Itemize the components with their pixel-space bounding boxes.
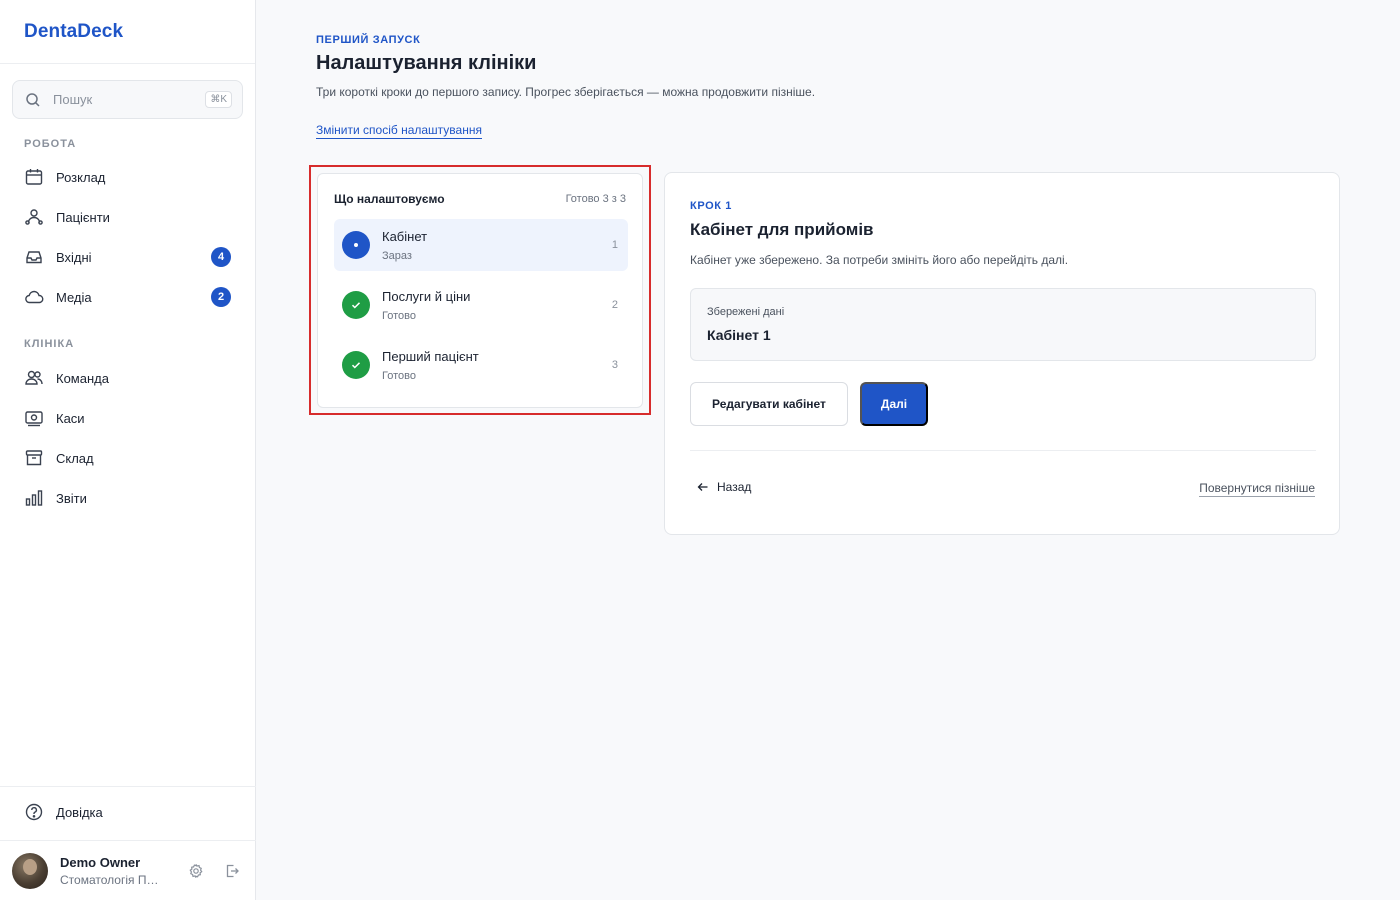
sidebar-item-patients[interactable]: Пацієнти bbox=[12, 199, 243, 235]
section-label-clinic: КЛІНІКА bbox=[24, 338, 75, 350]
next-button[interactable]: Далі bbox=[860, 382, 928, 426]
change-setup-link[interactable]: Змінити спосіб налаштування bbox=[316, 123, 482, 139]
step-current-icon bbox=[342, 231, 370, 259]
step-name: Перший пацієнт bbox=[382, 348, 479, 364]
sidebar-item-reports[interactable]: Звіти bbox=[12, 480, 243, 516]
cash-register-icon bbox=[24, 408, 44, 428]
sidebar-item-label: Розклад bbox=[56, 169, 106, 185]
saved-data-value: Кабінет 1 bbox=[707, 327, 771, 343]
search-icon bbox=[25, 92, 41, 108]
brand-logo[interactable]: DentaDeck bbox=[0, 0, 255, 64]
step-number: 3 bbox=[611, 359, 618, 371]
back-link-label: Назад bbox=[717, 480, 752, 494]
step-status: Готово bbox=[382, 309, 416, 322]
page-subtitle: Три короткі кроки до першого запису. Про… bbox=[316, 85, 816, 99]
logout-icon bbox=[226, 864, 239, 877]
step-title: Кабінет для прийомів bbox=[690, 220, 874, 239]
saved-data-box: Збережені дані Кабінет 1 bbox=[690, 288, 1316, 361]
card-divider bbox=[690, 450, 1316, 451]
sidebar-item-inbox[interactable]: Вхідні 4 bbox=[12, 239, 243, 275]
page-title: Налаштування клініки bbox=[316, 52, 537, 74]
sidebar-item-label: Довідка bbox=[56, 804, 103, 820]
sidebar-item-warehouse[interactable]: Склад bbox=[12, 440, 243, 476]
inbox-count-badge: 4 bbox=[211, 247, 231, 267]
gear-icon bbox=[189, 863, 203, 878]
steps-progress-count: Готово 3 з 3 bbox=[565, 193, 626, 205]
step-card: КРОК 1 Кабінет для прийомів Кабінет уже … bbox=[664, 172, 1340, 535]
step-name: Послуги й ціни bbox=[382, 288, 471, 304]
page-eyebrow: ПЕРШИЙ ЗАПУСК bbox=[316, 34, 421, 46]
sidebar-item-help[interactable]: Довідка bbox=[12, 794, 243, 830]
step-name: Кабінет bbox=[382, 228, 428, 244]
search-placeholder: Пошук bbox=[53, 92, 93, 107]
step-item-services[interactable]: Послуги й ціни Готово 2 bbox=[334, 279, 628, 331]
cloud-icon bbox=[24, 287, 44, 307]
check-icon bbox=[342, 291, 370, 319]
inbox-icon bbox=[24, 247, 44, 267]
team-icon bbox=[24, 368, 44, 388]
sidebar-item-label: Команда bbox=[56, 370, 109, 386]
arrow-left-icon bbox=[697, 481, 709, 493]
step-status: Готово bbox=[382, 369, 416, 382]
avatar[interactable] bbox=[12, 852, 48, 889]
media-count-badge: 2 bbox=[211, 287, 231, 307]
reports-icon bbox=[24, 488, 44, 508]
steps-panel: Що налаштовуємо Готово 3 з 3 Кабінет Зар… bbox=[317, 173, 643, 408]
search-shortcut: ⌘K bbox=[205, 91, 232, 108]
section-label-work: РОБОТА bbox=[24, 138, 77, 150]
steps-title: Що налаштовуємо bbox=[334, 192, 445, 206]
sidebar-item-label: Пацієнти bbox=[56, 209, 110, 225]
calendar-icon bbox=[24, 167, 44, 187]
step-number: 1 bbox=[611, 239, 618, 251]
settings-button[interactable] bbox=[184, 859, 208, 883]
check-icon bbox=[342, 351, 370, 379]
patients-icon bbox=[24, 207, 44, 227]
user-organization: Стоматологія Перша bbox=[60, 872, 164, 887]
sidebar: DentaDeck Пошук ⌘K РОБОТА Розклад Пацієн… bbox=[0, 0, 256, 900]
warehouse-icon bbox=[24, 448, 44, 468]
sidebar-item-schedule[interactable]: Розклад bbox=[12, 159, 243, 195]
user-name: Demo Owner bbox=[60, 854, 141, 870]
step-item-first-patient[interactable]: Перший пацієнт Готово 3 bbox=[334, 339, 628, 391]
step-description: Кабінет уже збережено. За потреби змініт… bbox=[690, 253, 1069, 267]
help-icon bbox=[24, 802, 44, 822]
sidebar-item-cash[interactable]: Каси bbox=[12, 400, 243, 436]
sidebar-item-label: Звіти bbox=[56, 490, 87, 506]
sidebar-item-media[interactable]: Медіа 2 bbox=[12, 279, 243, 315]
search-input[interactable]: Пошук ⌘K bbox=[12, 80, 243, 119]
step-status: Зараз bbox=[382, 249, 412, 262]
logout-button[interactable] bbox=[220, 859, 244, 883]
sidebar-item-label: Склад bbox=[56, 450, 94, 466]
sidebar-divider bbox=[0, 786, 256, 787]
sidebar-item-label: Медіа bbox=[56, 289, 92, 305]
sidebar-item-team[interactable]: Команда bbox=[12, 360, 243, 396]
sidebar-item-label: Вхідні bbox=[56, 249, 92, 265]
step-item-room[interactable]: Кабінет Зараз 1 bbox=[334, 219, 628, 271]
sidebar-item-label: Каси bbox=[56, 410, 85, 426]
back-link[interactable]: Назад bbox=[697, 480, 751, 494]
step-number: 2 bbox=[611, 299, 618, 311]
edit-room-button[interactable]: Редагувати кабінет bbox=[690, 382, 848, 426]
return-later-link[interactable]: Повернутися пізніше bbox=[1199, 481, 1315, 497]
step-kicker: КРОК 1 bbox=[690, 200, 732, 212]
user-profile: Demo Owner Стоматологія Перша bbox=[0, 840, 256, 900]
saved-data-label: Збережені дані bbox=[707, 306, 785, 318]
